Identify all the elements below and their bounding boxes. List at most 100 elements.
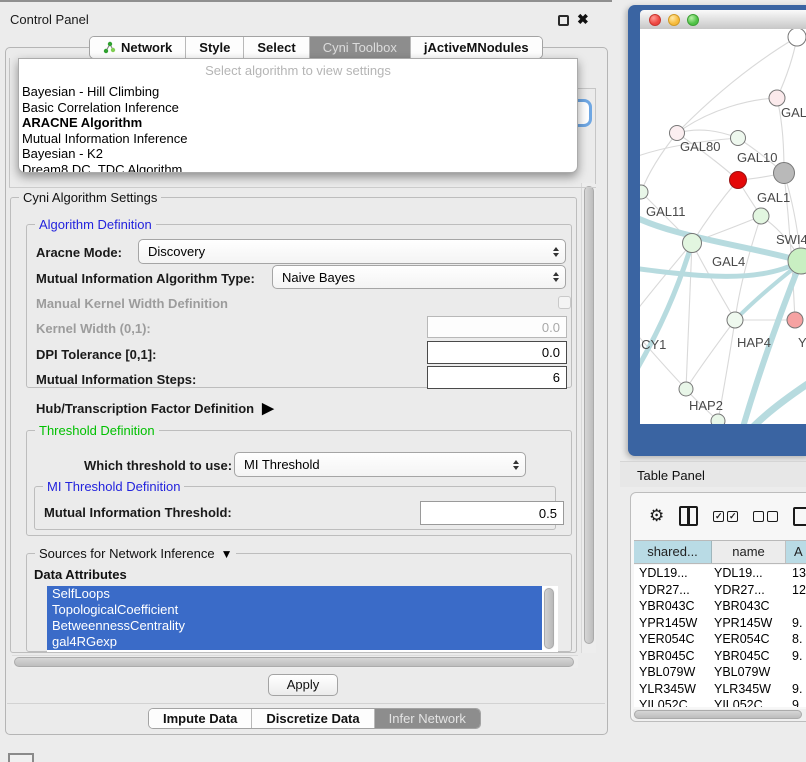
- tab-impute-data[interactable]: Impute Data: [149, 709, 252, 728]
- network-canvas[interactable]: GALGAL80GAL10GAL1GAL11GAL4SWI4GCY1HAP4YH…: [640, 29, 806, 424]
- expanded-arrow-icon[interactable]: ▼: [221, 547, 233, 561]
- tab-discretize-data[interactable]: Discretize Data: [252, 709, 374, 728]
- network-view-window[interactable]: GALGAL80GAL10GAL1GAL11GAL4SWI4GCY1HAP4YH…: [628, 5, 806, 456]
- data-attribute-item[interactable]: BetweennessCentrality: [47, 618, 542, 634]
- groupbox-fragment-bottom: [9, 187, 596, 188]
- tab-style[interactable]: Style: [186, 37, 244, 58]
- table-cell: YIL052C: [634, 697, 712, 707]
- mi-steps-field[interactable]: 6: [427, 366, 567, 389]
- table-row[interactable]: YLR345WYLR345W9.: [634, 681, 806, 698]
- bottom-corner-widget[interactable]: [8, 753, 34, 762]
- table-rows[interactable]: YDL19...YDL19...13YDR27...YDR27...12YBR0…: [634, 565, 806, 707]
- data-attribute-item[interactable]: gal4RGexp: [47, 634, 542, 650]
- column-layout-icon[interactable]: [679, 506, 698, 526]
- table-cell: YBR043C: [712, 598, 786, 615]
- algorithm-option[interactable]: Bayesian - Hill Climbing: [21, 84, 575, 100]
- table-panel-title: Table Panel: [637, 468, 705, 483]
- export-table-icon[interactable]: [793, 507, 806, 526]
- collapsed-arrow-icon[interactable]: ▶: [262, 399, 274, 417]
- hub-definition-label: Hub/Transcription Factor Definition: [36, 401, 254, 416]
- float-panel-icon[interactable]: [558, 15, 569, 26]
- mi-algorithm-type-combobox[interactable]: Naive Bayes: [272, 265, 566, 289]
- algorithm-option[interactable]: Basic Correlation Inference: [21, 100, 575, 116]
- table-row[interactable]: YDR27...YDR27...12: [634, 582, 806, 599]
- control-panel-title: Control Panel: [10, 12, 89, 27]
- data-attribute-item[interactable]: TopologicalCoefficient: [47, 602, 542, 618]
- table-toolbar: ⚙ ✓ ✓: [631, 493, 806, 539]
- hub-definition-expander[interactable]: Hub/Transcription Factor Definition ▶: [36, 399, 274, 417]
- manual-kernel-width-checkbox[interactable]: [558, 296, 571, 309]
- data-attribute-item[interactable]: SelfLoops: [47, 586, 542, 602]
- network-node[interactable]: [788, 29, 806, 46]
- settings-horizontal-scrollbar-thumb[interactable]: [14, 657, 574, 667]
- table-cell: [786, 664, 806, 681]
- table-cell: YPR145W: [634, 615, 712, 632]
- table-row[interactable]: YBL079WYBL079W: [634, 664, 806, 681]
- algorithm-option[interactable]: ARACNE Algorithm: [21, 115, 575, 131]
- attributes-list-scrollbar[interactable]: [543, 587, 555, 650]
- network-icon: [103, 41, 116, 54]
- select-all-columns-icon[interactable]: ✓ ✓: [713, 511, 738, 522]
- apply-button[interactable]: Apply: [268, 674, 338, 696]
- network-node[interactable]: [731, 131, 746, 146]
- mi-threshold-field[interactable]: 0.5: [420, 501, 564, 525]
- tab-jactivemnodules[interactable]: jActiveMNodules: [411, 37, 542, 58]
- gear-icon[interactable]: ⚙: [649, 506, 664, 526]
- network-node[interactable]: [730, 172, 747, 189]
- network-node-label: SWI4: [776, 232, 806, 247]
- data-attributes-list[interactable]: SelfLoopsTopologicalCoefficientBetweenne…: [47, 586, 558, 652]
- column-header-clipped[interactable]: A: [786, 541, 806, 563]
- algorithm-option[interactable]: Bayesian - K2: [21, 146, 575, 162]
- table-row[interactable]: YER054CYER054C8.: [634, 631, 806, 648]
- zoom-traffic-light-icon[interactable]: [687, 14, 699, 26]
- kernel-width-field[interactable]: 0.0: [427, 316, 567, 338]
- attributes-list-scrollbar-thumb[interactable]: [544, 588, 554, 649]
- network-node[interactable]: [727, 312, 743, 328]
- table-row[interactable]: YBR043CYBR043C: [634, 598, 806, 615]
- network-node[interactable]: [753, 208, 769, 224]
- table-cell: YDR27...: [634, 582, 712, 599]
- table-row[interactable]: YDL19...YDL19...13: [634, 565, 806, 582]
- network-node[interactable]: [769, 90, 785, 106]
- table-cell: YBR045C: [634, 648, 712, 665]
- table-cell: 9.: [786, 648, 806, 665]
- which-threshold-combobox[interactable]: MI Threshold: [234, 452, 526, 477]
- minimize-traffic-light-icon[interactable]: [668, 14, 680, 26]
- network-window-titlebar[interactable]: [640, 10, 806, 29]
- network-node[interactable]: [711, 414, 725, 424]
- network-node[interactable]: [787, 312, 803, 328]
- table-row[interactable]: YPR145WYPR145W9.: [634, 615, 806, 632]
- settings-vertical-scrollbar-thumb[interactable]: [584, 186, 594, 644]
- network-node[interactable]: [679, 382, 693, 396]
- combo-arrows-icon: [547, 272, 565, 282]
- settings-vertical-scrollbar[interactable]: [581, 183, 596, 653]
- table-horizontal-scrollbar-thumb[interactable]: [634, 710, 802, 719]
- close-traffic-light-icon[interactable]: [649, 14, 661, 26]
- tab-infer-network[interactable]: Infer Network: [375, 709, 480, 728]
- table-cell: YPR145W: [712, 615, 786, 632]
- table-horizontal-scrollbar[interactable]: [633, 709, 806, 721]
- aracne-mode-combobox[interactable]: Discovery: [138, 239, 566, 264]
- network-node[interactable]: [774, 163, 795, 184]
- table-row[interactable]: YIL052CYIL052C9: [634, 697, 806, 707]
- algorithm-option[interactable]: Dream8 DC_TDC Algorithm: [21, 162, 575, 174]
- sources-group-title[interactable]: Sources for Network Inference▼: [35, 546, 236, 561]
- deselect-all-columns-icon[interactable]: [753, 511, 778, 522]
- tab-cyni-toolbox[interactable]: Cyni Toolbox: [310, 37, 411, 58]
- settings-horizontal-scrollbar[interactable]: [12, 655, 578, 668]
- tab-style-label: Style: [199, 40, 230, 55]
- close-icon[interactable]: ✖: [577, 11, 589, 28]
- table-row[interactable]: YBR045CYBR045C9.: [634, 648, 806, 665]
- network-graph: GALGAL80GAL10GAL1GAL11GAL4SWI4GCY1HAP4YH…: [640, 29, 806, 424]
- dpi-tolerance-field[interactable]: 0.0: [427, 341, 567, 364]
- table-cell: 9: [786, 697, 806, 707]
- algorithm-option[interactable]: Mutual Information Inference: [21, 131, 575, 147]
- network-node-label: GCY1: [640, 337, 666, 352]
- tab-network[interactable]: Network: [90, 37, 186, 58]
- tab-select[interactable]: Select: [244, 37, 309, 58]
- column-header-name[interactable]: name: [712, 541, 786, 563]
- network-node[interactable]: [683, 234, 702, 253]
- network-node[interactable]: [640, 185, 648, 199]
- network-node-label: GAL1: [757, 190, 790, 205]
- column-header-shared-name[interactable]: shared...: [634, 541, 712, 563]
